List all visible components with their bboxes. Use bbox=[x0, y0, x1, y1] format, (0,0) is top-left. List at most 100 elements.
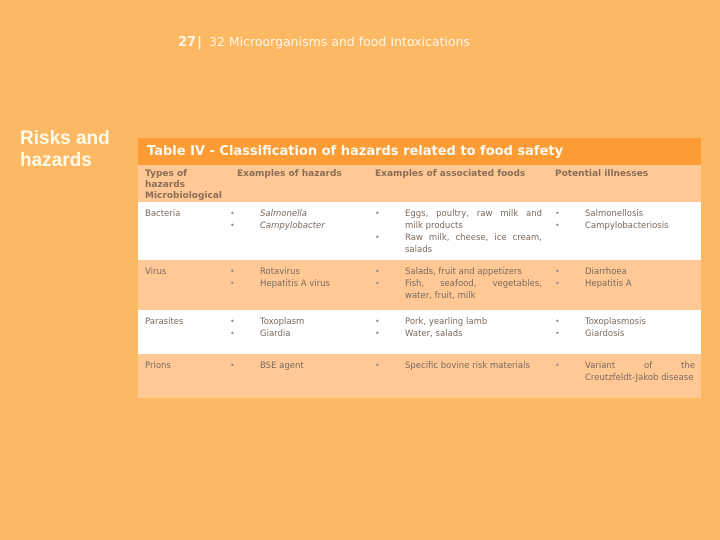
list-item-text: Pork, yearling lamb bbox=[405, 317, 488, 327]
list-item: • Giardosis bbox=[555, 328, 701, 340]
list-item: • Salmonellosis bbox=[555, 208, 701, 220]
bullet-icon: • bbox=[230, 329, 235, 338]
list-item-text: Toxoplasm bbox=[260, 317, 305, 327]
cell-potential-illnesses-list: • Diarrhoea • Hepatitis A bbox=[555, 266, 701, 290]
cell-potential-illnesses: • Toxoplasmosis • Giardosis bbox=[548, 310, 701, 354]
list-item-text: Salmonella bbox=[260, 209, 307, 219]
bullet-icon: • bbox=[555, 267, 560, 276]
table-body: Bacteria • Salmonella • Campylobacter • Eggs, … bbox=[138, 202, 701, 398]
cell-potential-illnesses-list: • Variant of the Creutzfeldt-Jakob diseas… bbox=[555, 360, 701, 384]
bullet-icon: • bbox=[230, 267, 235, 276]
bullet-icon: • bbox=[555, 209, 560, 218]
cell-hazard-examples: • Rotavirus • Hepatitis A virus bbox=[230, 260, 368, 310]
list-item: • Water, salads bbox=[375, 328, 548, 340]
list-item-text: Campylobacteriosis bbox=[585, 221, 669, 231]
list-item: • Hepatitis A bbox=[555, 278, 701, 290]
bullet-icon: • bbox=[230, 209, 235, 218]
bullet-icon: • bbox=[555, 329, 560, 338]
table-row: Parasites • Toxoplasm • Giardia • Pork, yearli… bbox=[138, 310, 701, 354]
bullet-icon: • bbox=[375, 233, 380, 242]
cell-potential-illnesses: • Salmonellosis • Campylobacteriosis bbox=[548, 202, 701, 260]
list-item-text: Hepatitis A virus bbox=[260, 279, 330, 289]
list-item-text: Campylobacter bbox=[260, 221, 325, 231]
list-item-text: Salads, fruit and appetizers bbox=[405, 267, 522, 277]
cell-hazard-examples: • BSE agent bbox=[230, 354, 368, 398]
list-item: • Diarrhoea bbox=[555, 266, 701, 278]
table-row: Virus • Rotavirus • Hepatitis A virus • Salads… bbox=[138, 260, 701, 310]
table-header-row: Types of hazards Microbiological Example… bbox=[138, 165, 701, 202]
bullet-icon: • bbox=[555, 361, 560, 370]
cell-hazard-type: Parasites bbox=[145, 317, 184, 327]
cell-hazard-type: Bacteria bbox=[145, 209, 181, 219]
list-item-text: Fish, seafood, vegetables, water, fruit,… bbox=[405, 279, 542, 301]
bullet-icon: • bbox=[555, 317, 560, 326]
cell-associated-foods: • Eggs, poultry, raw milk and milk produc… bbox=[368, 202, 548, 260]
list-item-text: Giardosis bbox=[585, 329, 625, 339]
bullet-icon: • bbox=[230, 361, 235, 370]
list-item: • Hepatitis A virus bbox=[230, 278, 368, 290]
bullet-icon: • bbox=[230, 279, 235, 288]
list-item: • Toxoplasmosis bbox=[555, 316, 701, 328]
header-separator: | bbox=[197, 35, 202, 50]
cell-hazard-examples-list: • Toxoplasm • Giardia bbox=[230, 316, 368, 340]
cell-associated-foods: • Salads, fruit and appetizers • Fish, seaf… bbox=[368, 260, 548, 310]
bullet-icon: • bbox=[375, 361, 380, 370]
hazards-table-grid: Types of hazards Microbiological Example… bbox=[138, 165, 701, 398]
list-item: • Campylobacteriosis bbox=[555, 220, 701, 232]
list-item: • Salads, fruit and appetizers bbox=[375, 266, 548, 278]
list-item: • Eggs, poultry, raw milk and milk produc… bbox=[375, 208, 548, 232]
list-item: • Pork, yearling lamb bbox=[375, 316, 548, 328]
list-item-text: Rotavirus bbox=[260, 267, 300, 277]
bullet-icon: • bbox=[375, 317, 380, 326]
cell-hazard-examples: • Toxoplasm • Giardia bbox=[230, 310, 368, 354]
cell-hazard-type: Prions bbox=[145, 361, 171, 371]
cell-hazard-examples-list: • Rotavirus • Hepatitis A virus bbox=[230, 266, 368, 290]
bullet-icon: • bbox=[375, 279, 380, 288]
cell-hazard-examples-list: • BSE agent bbox=[230, 360, 368, 372]
table-row: Prions • BSE agent • Specific bovine risk ma… bbox=[138, 354, 701, 398]
list-item-text: Hepatitis A bbox=[585, 279, 632, 289]
cell-associated-foods-list: • Specific bovine risk materials bbox=[375, 360, 548, 372]
cell-potential-illnesses-list: • Toxoplasmosis • Giardosis bbox=[555, 316, 701, 340]
list-item: • Salmonella bbox=[230, 208, 368, 220]
list-item: • BSE agent bbox=[230, 360, 368, 372]
list-item-text: Salmonellosis bbox=[585, 209, 644, 219]
list-item: • Variant of the Creutzfeldt-Jakob diseas… bbox=[555, 360, 701, 384]
list-item-text: BSE agent bbox=[260, 361, 304, 371]
bullet-icon: • bbox=[375, 209, 380, 218]
list-item: • Raw milk, cheese, ice cream, salads bbox=[375, 232, 548, 256]
list-item: • Campylobacter bbox=[230, 220, 368, 232]
column-header-type: Types of hazards Microbiological bbox=[145, 169, 222, 201]
bullet-icon: • bbox=[555, 279, 560, 288]
cell-associated-foods-list: • Salads, fruit and appetizers • Fish, seaf… bbox=[375, 266, 548, 302]
column-header-foods: Examples of associated foods bbox=[375, 169, 526, 179]
bullet-icon: • bbox=[230, 221, 235, 230]
cell-associated-foods-list: • Pork, yearling lamb • Water, salads bbox=[375, 316, 548, 340]
cell-associated-foods: • Pork, yearling lamb • Water, salads bbox=[368, 310, 548, 354]
column-header-illnesses: Potential illnesses bbox=[555, 169, 649, 179]
list-item-text: Water, salads bbox=[405, 329, 463, 339]
table-caption: Table IV - Classification of hazards rel… bbox=[138, 138, 701, 165]
list-item-text: Diarrhoea bbox=[585, 267, 627, 277]
list-item-text: Specific bovine risk materials bbox=[405, 361, 530, 371]
list-item-text: Variant of the Creutzfeldt-Jakob disease bbox=[585, 361, 695, 383]
cell-potential-illnesses: • Variant of the Creutzfeldt-Jakob diseas… bbox=[548, 354, 701, 398]
chapter-title: 32 Microorganisms and food Intoxications bbox=[208, 34, 470, 49]
cell-hazard-type: Virus bbox=[145, 267, 167, 277]
list-item: • Specific bovine risk materials bbox=[375, 360, 548, 372]
list-item: • Rotavirus bbox=[230, 266, 368, 278]
list-item-text: Eggs, poultry, raw milk and milk product… bbox=[405, 209, 542, 231]
bullet-icon: • bbox=[230, 317, 235, 326]
cell-potential-illnesses-list: • Salmonellosis • Campylobacteriosis bbox=[555, 208, 701, 232]
bullet-icon: • bbox=[375, 329, 380, 338]
cell-associated-foods: • Specific bovine risk materials bbox=[368, 354, 548, 398]
cell-associated-foods-list: • Eggs, poultry, raw milk and milk produc… bbox=[375, 208, 548, 256]
list-item-text: Toxoplasmosis bbox=[585, 317, 646, 327]
cell-potential-illnesses: • Diarrhoea • Hepatitis A bbox=[548, 260, 701, 310]
list-item: • Giardia bbox=[230, 328, 368, 340]
table-row: Bacteria • Salmonella • Campylobacter • Eggs, … bbox=[138, 202, 701, 260]
list-item-text: Raw milk, cheese, ice cream, salads bbox=[405, 233, 542, 255]
page-number: 27 bbox=[178, 35, 197, 50]
list-item-text: Giardia bbox=[260, 329, 291, 339]
bullet-icon: • bbox=[375, 267, 380, 276]
